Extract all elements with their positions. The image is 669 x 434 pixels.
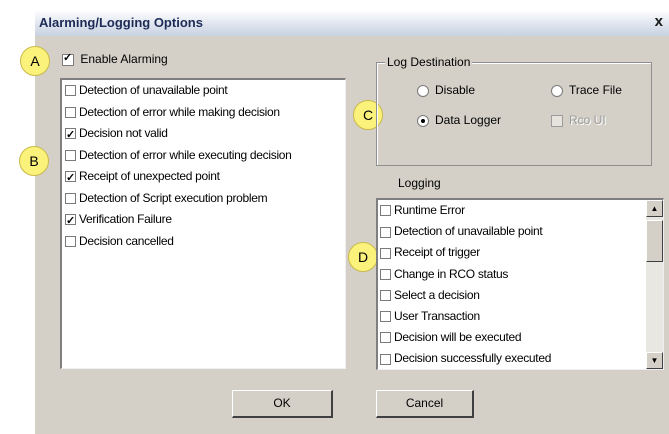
- log-destination-group: Log Destination Disable Trace File Data …: [376, 55, 652, 166]
- alarm-item-label: Detection of error while making decision: [79, 104, 280, 119]
- alarm-item[interactable]: Verification Failure: [62, 209, 345, 233]
- scroll-thumb[interactable]: [646, 220, 663, 262]
- logging-item-label: Receipt of trigger: [394, 245, 480, 260]
- checkbox-icon[interactable]: [380, 226, 391, 238]
- checkbox-checked-icon[interactable]: [65, 125, 76, 147]
- checkbox-icon[interactable]: [65, 192, 76, 204]
- checkbox-icon[interactable]: [65, 85, 76, 97]
- callout-d: D: [348, 242, 378, 272]
- cancel-button[interactable]: Cancel: [376, 390, 474, 418]
- logging-item-label: Select a decision: [394, 287, 480, 302]
- checkbox-icon[interactable]: [380, 311, 391, 323]
- alarm-item-label: Receipt of unexpected point: [79, 169, 220, 183]
- ok-button[interactable]: OK: [232, 390, 333, 418]
- alarm-item[interactable]: Decision cancelled: [62, 231, 345, 253]
- checkbox-icon[interactable]: [65, 149, 76, 161]
- enable-alarming-check-icon[interactable]: [62, 51, 74, 66]
- alarm-item-label: Detection of Script execution problem: [79, 190, 268, 205]
- logging-item[interactable]: Change in RCO status: [378, 264, 645, 285]
- logging-item[interactable]: User Transaction: [378, 306, 645, 327]
- log-destination-label: Log Destination: [385, 55, 473, 69]
- logging-item-label: User Transaction: [394, 308, 480, 323]
- enable-alarming-checkbox[interactable]: Enable Alarming: [62, 51, 168, 66]
- logging-item-label: Decision will be executed: [394, 330, 522, 345]
- alarm-item[interactable]: Detection of error while executing decis…: [62, 145, 345, 167]
- alarm-item-label: Decision cancelled: [79, 233, 174, 248]
- callout-b: B: [19, 146, 49, 176]
- radio-data-logger[interactable]: Data Logger: [417, 113, 501, 127]
- checkbox-icon[interactable]: [380, 247, 391, 259]
- title-bar: Alarming/Logging Options x: [35, 10, 669, 36]
- scroll-down-arrow-icon[interactable]: ▼: [646, 352, 663, 369]
- alarm-item-label: Decision not valid: [79, 126, 168, 140]
- radio-icon[interactable]: [417, 84, 429, 97]
- alarm-item[interactable]: Detection of Script execution problem: [62, 188, 345, 210]
- logging-item[interactable]: Receipt of trigger: [378, 242, 645, 263]
- logging-events-list[interactable]: Runtime Error Detection of unavailable p…: [376, 198, 664, 370]
- checkbox-icon[interactable]: [65, 235, 76, 247]
- alarm-item[interactable]: Decision not valid: [62, 123, 345, 147]
- alarm-item-label: Verification Failure: [79, 212, 172, 226]
- logging-item[interactable]: Detection of unavailable point: [378, 221, 645, 242]
- checkbox-checked-icon[interactable]: [65, 168, 76, 190]
- radio-trace-file-label: Trace File: [569, 83, 622, 97]
- logging-item-label: Decision successfully executed: [394, 351, 552, 366]
- alarm-item-label: Detection of error while executing decis…: [79, 147, 292, 162]
- radio-disable[interactable]: Disable: [417, 83, 475, 97]
- radio-icon[interactable]: [551, 84, 563, 97]
- checkbox-icon[interactable]: [380, 205, 391, 217]
- scroll-up-arrow-icon[interactable]: ▲: [646, 200, 663, 217]
- logging-item[interactable]: Runtime Error: [378, 200, 645, 221]
- logging-label: Logging: [398, 176, 441, 190]
- checkbox-icon[interactable]: [380, 268, 391, 280]
- logging-item-label: Change in RCO status: [394, 266, 509, 281]
- radio-selected-icon[interactable]: [417, 114, 429, 127]
- rco-ui-label: Rco UI: [569, 113, 606, 127]
- logging-item[interactable]: Select a decision: [378, 285, 645, 306]
- alarm-item[interactable]: Receipt of unexpected point: [62, 166, 345, 190]
- checkbox-icon[interactable]: [65, 106, 76, 118]
- logging-item-label: Runtime Error: [394, 203, 465, 217]
- checkbox-checked-icon[interactable]: [65, 211, 76, 233]
- enable-alarming-label: Enable Alarming: [80, 52, 168, 66]
- alarm-item[interactable]: Detection of error while making decision: [62, 102, 345, 124]
- radio-disable-label: Disable: [435, 83, 476, 97]
- logging-item[interactable]: Decision successfully executed: [378, 348, 645, 369]
- checkbox-icon[interactable]: [380, 332, 391, 344]
- logging-scrollbar[interactable]: ▲ ▼: [646, 200, 663, 369]
- logging-item[interactable]: Decision will be executed: [378, 327, 645, 348]
- window-title: Alarming/Logging Options: [39, 15, 203, 30]
- radio-data-logger-label: Data Logger: [435, 113, 502, 127]
- checkbox-icon[interactable]: [380, 290, 391, 302]
- alarm-item[interactable]: Detection of unavailable point: [62, 80, 345, 102]
- radio-trace-file[interactable]: Trace File: [551, 83, 622, 97]
- alarm-item-label: Detection of unavailable point: [79, 83, 228, 97]
- rco-ui-checkbox: Rco UI: [551, 113, 606, 127]
- logging-item-label: Detection of unavailable point: [394, 224, 543, 239]
- alarm-events-list[interactable]: Detection of unavailable point Detection…: [60, 78, 346, 369]
- callout-a: A: [20, 46, 50, 76]
- checkbox-disabled-icon: [551, 114, 563, 127]
- checkbox-icon[interactable]: [380, 353, 391, 365]
- close-icon[interactable]: x: [655, 13, 663, 30]
